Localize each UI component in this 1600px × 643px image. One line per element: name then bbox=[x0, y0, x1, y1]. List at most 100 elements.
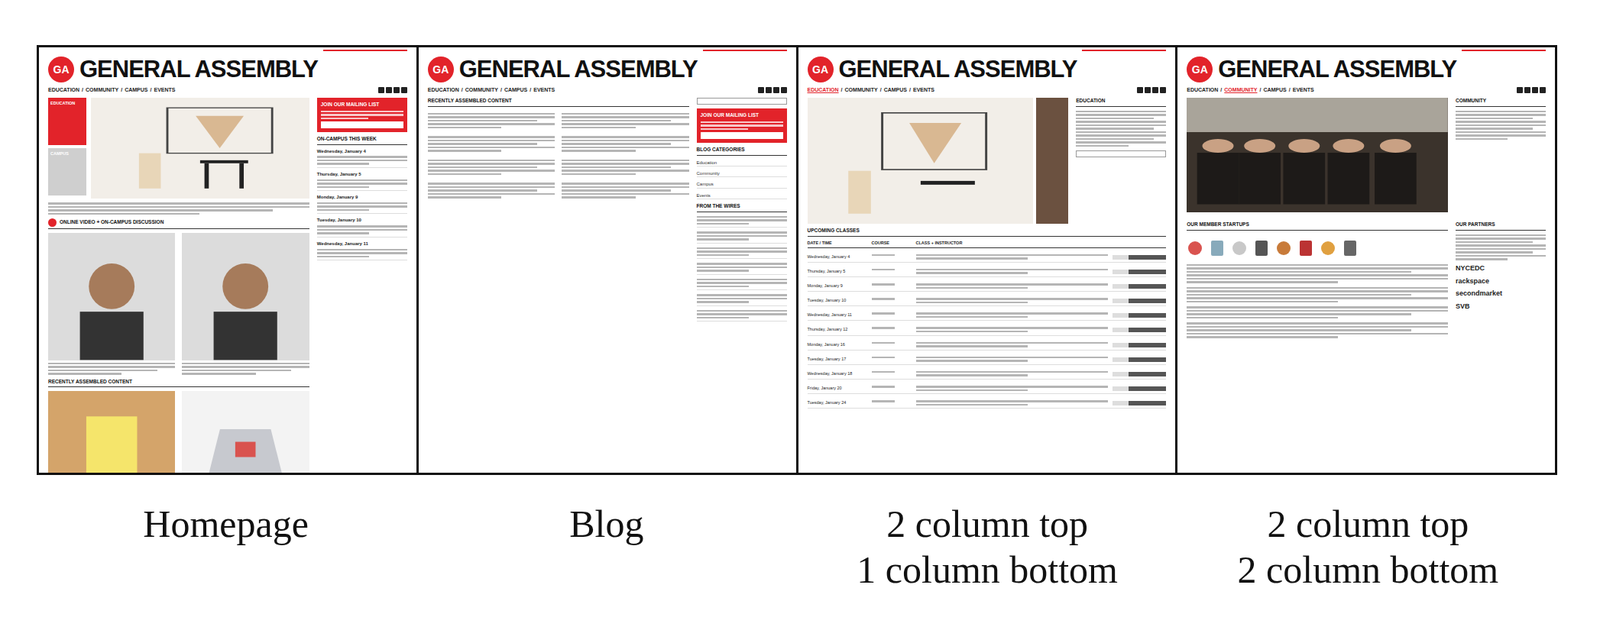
input-field[interactable] bbox=[696, 97, 788, 105]
social-icon[interactable] bbox=[780, 87, 788, 94]
content-card[interactable] bbox=[181, 233, 309, 375]
table-row[interactable]: Tuesday, January 17 bbox=[807, 354, 1167, 366]
text-line bbox=[696, 247, 788, 250]
social-icon[interactable] bbox=[773, 87, 780, 94]
event-item[interactable] bbox=[696, 247, 788, 260]
social-icon[interactable] bbox=[401, 87, 408, 94]
nav-item[interactable]: CAMPUS bbox=[884, 86, 907, 94]
category-item[interactable]: Education bbox=[696, 159, 788, 167]
register-button[interactable] bbox=[1112, 327, 1166, 333]
content-card[interactable] bbox=[561, 157, 689, 176]
category-item[interactable]: Community bbox=[696, 170, 788, 178]
table-row[interactable]: Thursday, January 5 bbox=[807, 266, 1167, 278]
nav-item[interactable]: CAMPUS bbox=[504, 86, 528, 94]
social-icon[interactable] bbox=[1159, 87, 1166, 94]
register-button[interactable] bbox=[1112, 298, 1166, 304]
content-card[interactable] bbox=[561, 133, 689, 153]
hero-tabs: EDUCATIONCAMPUS bbox=[48, 97, 87, 199]
register-button[interactable] bbox=[1112, 255, 1166, 260]
nav-item[interactable]: EVENTS bbox=[533, 86, 555, 94]
content-card[interactable] bbox=[427, 133, 555, 153]
nav-item[interactable]: EVENTS bbox=[153, 86, 175, 94]
table-row[interactable]: Monday, January 16 bbox=[807, 340, 1167, 351]
text-line bbox=[427, 173, 502, 176]
text-line bbox=[427, 159, 555, 162]
content-card[interactable] bbox=[48, 233, 175, 375]
event-item[interactable]: Wednesday, January 11 bbox=[317, 241, 408, 261]
event-item[interactable] bbox=[696, 294, 788, 307]
table-row[interactable]: Friday, January 20 bbox=[807, 383, 1167, 395]
register-button[interactable] bbox=[1112, 372, 1166, 377]
table-row[interactable]: Monday, January 9 bbox=[807, 281, 1167, 292]
event-item[interactable]: Tuesday, January 10 bbox=[317, 217, 408, 237]
table-row[interactable]: Tuesday, January 24 bbox=[807, 398, 1167, 409]
nav-item[interactable]: CAMPUS bbox=[1263, 86, 1286, 94]
table-row[interactable]: Thursday, January 12 bbox=[807, 324, 1167, 336]
category-item[interactable]: Events bbox=[696, 192, 788, 200]
social-icon[interactable] bbox=[378, 87, 385, 94]
event-item[interactable]: Monday, January 9 bbox=[317, 194, 408, 214]
social-icon[interactable] bbox=[765, 87, 772, 94]
category-item[interactable]: Campus bbox=[696, 181, 788, 188]
hero-tab[interactable]: EDUCATION bbox=[48, 97, 87, 146]
content-card[interactable] bbox=[561, 180, 689, 199]
input-field[interactable] bbox=[700, 132, 784, 140]
social-icon[interactable] bbox=[393, 87, 400, 94]
hero-tab[interactable]: CAMPUS bbox=[48, 148, 87, 196]
social-icon[interactable] bbox=[1136, 87, 1144, 94]
social-icon[interactable] bbox=[1516, 87, 1523, 94]
event-item[interactable] bbox=[696, 278, 788, 292]
nav-item[interactable]: EDUCATION bbox=[807, 86, 839, 94]
content-card[interactable] bbox=[427, 157, 555, 176]
content-card[interactable] bbox=[427, 110, 555, 130]
nav-item[interactable]: EDUCATION bbox=[1186, 86, 1218, 94]
nav-item[interactable]: EDUCATION bbox=[427, 86, 460, 94]
register-button[interactable] bbox=[1112, 284, 1166, 289]
photo-art-icon bbox=[807, 97, 1034, 224]
nav-item[interactable]: EDUCATION bbox=[48, 86, 80, 94]
event-item[interactable] bbox=[696, 216, 788, 229]
input-field[interactable] bbox=[1075, 150, 1166, 158]
social-icon[interactable] bbox=[757, 87, 765, 94]
event-item[interactable]: Wednesday, January 4 bbox=[317, 148, 408, 169]
nav-item[interactable]: COMMUNITY bbox=[465, 86, 499, 94]
table-row[interactable]: Wednesday, January 18 bbox=[807, 369, 1167, 380]
event-item[interactable] bbox=[696, 310, 788, 323]
social-icon[interactable] bbox=[1524, 87, 1531, 94]
social-icon[interactable] bbox=[385, 87, 392, 94]
social-icon[interactable] bbox=[1144, 87, 1151, 94]
social-icon[interactable] bbox=[1531, 87, 1539, 94]
table-row[interactable]: Tuesday, January 10 bbox=[807, 295, 1167, 307]
content-card[interactable] bbox=[181, 391, 309, 473]
text-line bbox=[427, 136, 555, 139]
content-card[interactable] bbox=[561, 110, 689, 130]
nav-item[interactable]: COMMUNITY bbox=[85, 86, 119, 94]
nav-item[interactable]: COMMUNITY bbox=[845, 86, 878, 94]
text-block bbox=[1186, 322, 1448, 339]
text-line bbox=[1075, 127, 1154, 130]
nav-item[interactable]: EVENTS bbox=[1292, 86, 1315, 94]
register-button[interactable] bbox=[1112, 386, 1166, 392]
register-button[interactable] bbox=[1112, 313, 1166, 318]
table-row[interactable]: Wednesday, January 4 bbox=[807, 252, 1167, 263]
social-icon[interactable] bbox=[1152, 87, 1159, 94]
content-card[interactable] bbox=[48, 391, 175, 473]
event-item[interactable] bbox=[696, 262, 788, 276]
event-item[interactable] bbox=[696, 231, 788, 244]
page-body: EDUCATION bbox=[807, 97, 1167, 224]
event-item[interactable]: Thursday, January 5 bbox=[317, 171, 408, 192]
content-card[interactable] bbox=[427, 180, 555, 199]
table-row[interactable]: Wednesday, January 11 bbox=[807, 310, 1167, 321]
register-button[interactable] bbox=[1112, 357, 1166, 363]
social-icon[interactable] bbox=[1539, 87, 1546, 94]
input-field[interactable] bbox=[320, 121, 404, 129]
register-button[interactable] bbox=[1112, 401, 1166, 406]
nav-item[interactable]: COMMUNITY bbox=[1224, 86, 1257, 94]
register-button[interactable] bbox=[1112, 269, 1166, 275]
nav-item[interactable]: CAMPUS bbox=[124, 86, 148, 94]
nav-separator: / bbox=[81, 86, 84, 94]
text-line bbox=[427, 196, 502, 199]
register-button[interactable] bbox=[1112, 343, 1166, 348]
screenshot-panel: GAGENERAL ASSEMBLYEDUCATION/COMMUNITY/CA… bbox=[798, 47, 1176, 473]
nav-item[interactable]: EVENTS bbox=[913, 86, 935, 94]
